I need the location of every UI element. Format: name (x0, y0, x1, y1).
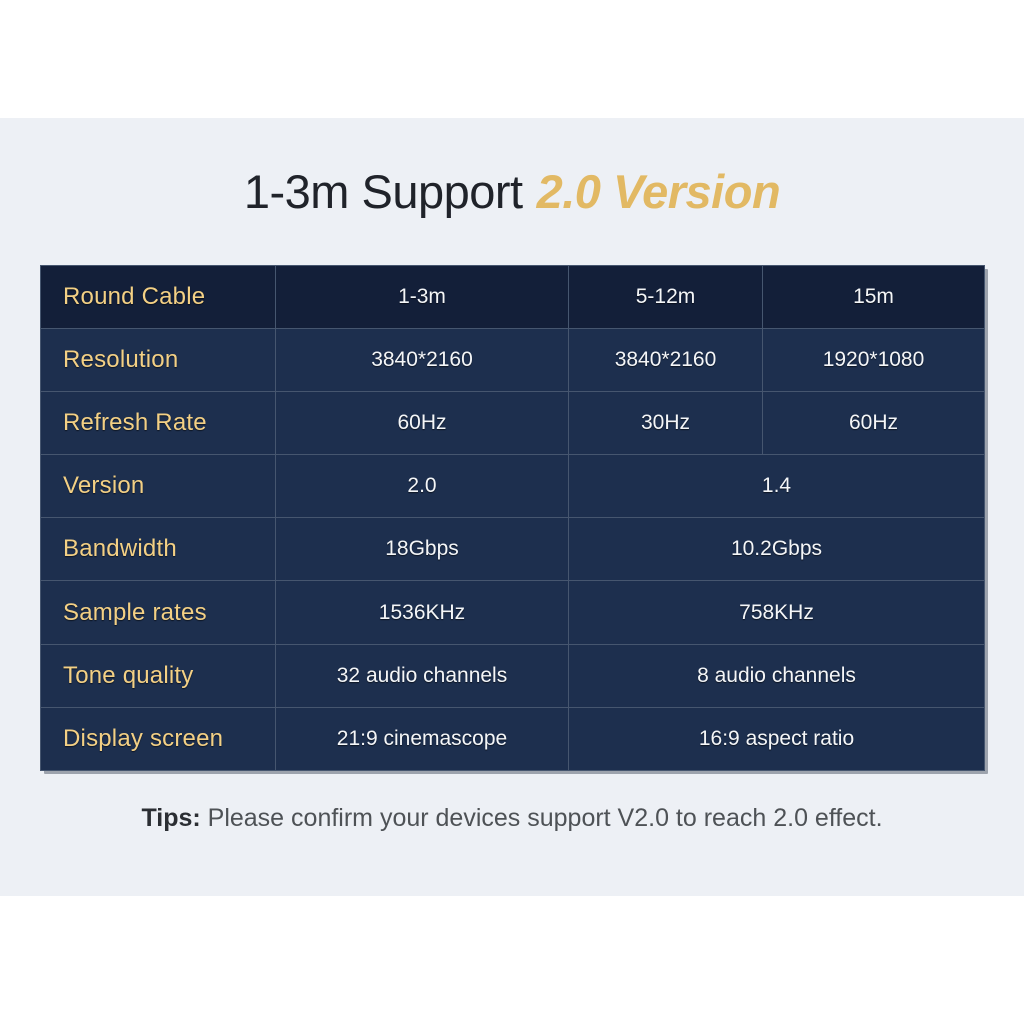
row-label: Resolution (40, 328, 276, 393)
tips-note: Tips: Please confirm your devices suppor… (0, 806, 1024, 831)
row-label: Bandwidth (40, 517, 276, 582)
table-cell: 10.2Gbps (568, 517, 985, 582)
row-label: Tone quality (40, 643, 276, 708)
row-label: Refresh Rate (40, 391, 276, 456)
table-cell: 1536KHz (275, 580, 569, 645)
table-cell: 60Hz (275, 391, 569, 456)
page-title: 1-3m Support 2.0 Version (0, 168, 1024, 215)
table-cell: 1.4 (568, 454, 985, 519)
table-row: Round Cable 1-3m 5-12m 15m (40, 264, 985, 330)
table-row: Resolution 3840*2160 3840*2160 1920*1080 (40, 328, 985, 393)
table-cell: 758KHz (568, 580, 985, 645)
specification-table-body: Round Cable 1-3m 5-12m 15m Resolution 3840*21… (40, 264, 985, 771)
table-cell: 8 audio channels (568, 643, 985, 708)
table-cell: 3840*2160 (568, 328, 763, 393)
product-spec-page: 1-3m Support 2.0 Version Round Cable 1-3m 5… (0, 0, 1024, 1024)
table-cell: 15m (762, 264, 985, 330)
table-cell: 32 audio channels (275, 643, 569, 708)
row-label: Version (40, 454, 276, 519)
row-label: Round Cable (40, 264, 276, 330)
table-cell: 1920*1080 (762, 328, 985, 393)
tips-text: Please confirm your devices support V2.0… (200, 804, 883, 832)
table-cell: 30Hz (568, 391, 763, 456)
tips-label: Tips: (141, 804, 201, 832)
table-row: Refresh Rate 60Hz 30Hz 60Hz (40, 391, 985, 456)
table-cell: 5-12m (568, 264, 763, 330)
row-label: Display screen (40, 706, 276, 771)
table-row: Display screen 21:9 cinemascope 16:9 aspec… (40, 706, 985, 771)
page-title-highlight: 2.0 Version (536, 165, 781, 218)
page-title-plain: 1-3m Support (243, 165, 523, 218)
table-cell: 3840*2160 (275, 328, 569, 393)
row-label: Sample rates (40, 580, 276, 645)
table-row: Version 2.0 1.4 (40, 454, 985, 519)
table-cell: 21:9 cinemascope (275, 706, 569, 771)
table-row: Tone quality 32 audio channels 8 audio cha… (40, 643, 985, 708)
table-cell: 18Gbps (275, 517, 569, 582)
table-cell: 60Hz (762, 391, 985, 456)
table-row: Sample rates 1536KHz 758KHz (40, 580, 985, 645)
table-cell: 2.0 (275, 454, 569, 519)
specification-table: Round Cable 1-3m 5-12m 15m Resolution 3840*21… (40, 264, 985, 771)
table-cell: 16:9 aspect ratio (568, 706, 985, 771)
table-cell: 1-3m (275, 264, 569, 330)
table-row: Bandwidth 18Gbps 10.2Gbps (40, 517, 985, 582)
